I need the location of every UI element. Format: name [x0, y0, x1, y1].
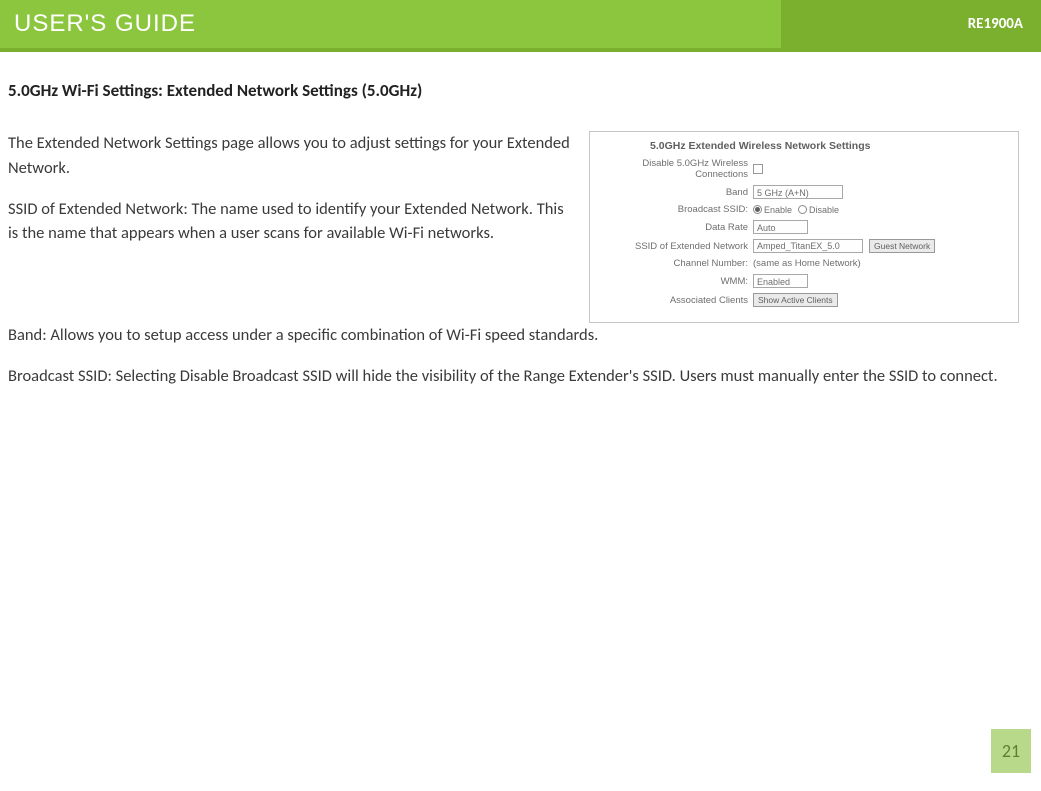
- label-ssid-extended: SSID of Extended Network: [600, 241, 748, 252]
- section-title: 5.0GHz Wi-Fi Settings: Extended Network …: [8, 80, 1019, 101]
- value-channel-number: (same as Home Network): [753, 258, 861, 269]
- label-data-rate: Data Rate: [600, 222, 748, 233]
- label-broadcast-ssid: Broadcast SSID:: [600, 204, 748, 215]
- paragraph-overview: The Extended Network Settings page allow…: [8, 131, 571, 181]
- radio-enable-label: Enable: [764, 205, 792, 215]
- input-ssid-extended[interactable]: Amped_TitanEX_5.0: [753, 239, 863, 253]
- radio-disable-label: Disable: [809, 205, 839, 215]
- page-number-box: 21: [991, 729, 1031, 773]
- radio-disable[interactable]: Disable: [798, 205, 839, 215]
- page-header: USER'S GUIDE RE1900A: [0, 0, 1041, 52]
- select-band[interactable]: 5 GHz (A+N): [753, 185, 843, 199]
- label-disable-wireless: Disable 5.0GHz Wireless Connections: [600, 158, 748, 180]
- select-data-rate[interactable]: Auto: [753, 220, 808, 234]
- paragraph-band: Band: Allows you to setup access under a…: [8, 323, 1019, 348]
- panel-title: 5.0GHz Extended Wireless Network Setting…: [650, 140, 1008, 152]
- checkbox-disable-wireless[interactable]: [753, 164, 763, 174]
- button-guest-network[interactable]: Guest Network: [869, 239, 935, 253]
- page-number: 21: [1002, 740, 1020, 762]
- button-show-active-clients[interactable]: Show Active Clients: [753, 293, 838, 307]
- paragraph-broadcast-ssid: Broadcast SSID: Selecting Disable Broadc…: [8, 364, 1019, 389]
- paragraph-ssid: SSID of Extended Network: The name used …: [8, 197, 571, 247]
- radio-dot-icon: [753, 205, 762, 214]
- settings-screenshot-panel: 5.0GHz Extended Wireless Network Setting…: [589, 131, 1019, 323]
- page-content: 5.0GHz Wi-Fi Settings: Extended Network …: [0, 52, 1041, 425]
- label-channel-number: Channel Number:: [600, 258, 748, 269]
- header-model: RE1900A: [968, 15, 1023, 33]
- radio-dot-icon: [798, 205, 807, 214]
- header-title: USER'S GUIDE: [14, 10, 196, 38]
- label-associated-clients: Associated Clients: [600, 295, 748, 306]
- select-wmm[interactable]: Enabled: [753, 274, 808, 288]
- label-band: Band: [600, 187, 748, 198]
- label-wmm: WMM:: [600, 276, 748, 287]
- radio-enable[interactable]: Enable: [753, 205, 792, 215]
